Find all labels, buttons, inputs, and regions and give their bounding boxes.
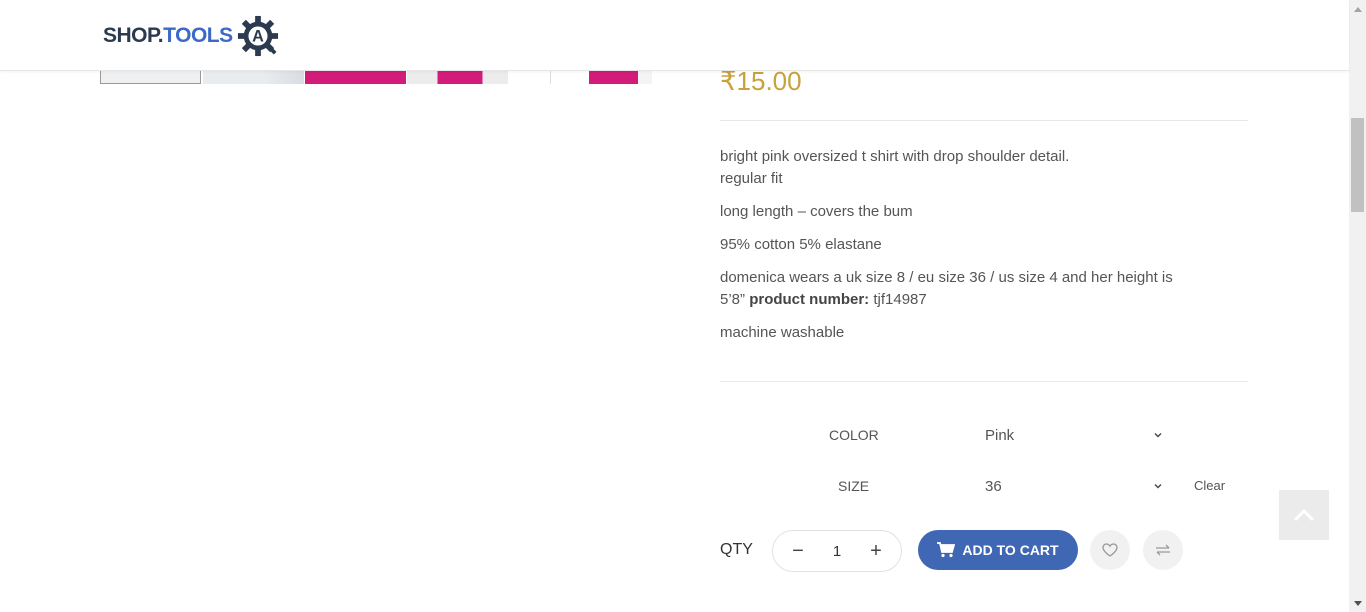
heart-icon xyxy=(1102,543,1118,557)
add-to-cart-button[interactable]: ADD TO CART xyxy=(918,530,1078,570)
divider xyxy=(720,120,1248,121)
quantity-stepper: − 1 + xyxy=(772,530,902,572)
divider xyxy=(720,381,1248,382)
triangle-up-icon xyxy=(1353,6,1362,12)
product-description: bright pink oversized t shirt with drop … xyxy=(720,146,1190,355)
back-to-top-button[interactable] xyxy=(1279,490,1329,540)
logo-text-shop: SHOP. xyxy=(103,24,164,47)
cart-icon xyxy=(937,542,956,558)
description-paragraph: long length – covers the bum xyxy=(720,203,913,220)
size-select[interactable]: 36 xyxy=(985,471,1185,501)
clear-variations-link[interactable]: Clear xyxy=(1194,478,1225,493)
triangle-down-icon xyxy=(1353,600,1362,606)
site-header: SHOP. TOOLS A xyxy=(0,0,1349,71)
description-paragraph: domenica wears a uk size 8 / eu size 36 … xyxy=(720,267,1190,311)
color-label: COLOR xyxy=(829,427,879,443)
qty-label: QTY xyxy=(720,541,753,558)
page-scrollbar[interactable] xyxy=(1349,0,1366,612)
color-select-value: Pink xyxy=(985,426,1015,444)
color-select[interactable]: Pink xyxy=(985,420,1185,450)
description-paragraph: 95% cotton 5% elastane xyxy=(720,236,882,253)
product-number-label: product number: xyxy=(749,291,870,308)
site-logo[interactable]: SHOP. TOOLS A xyxy=(103,13,279,59)
description-paragraph: bright pink oversized t shirt with drop … xyxy=(720,146,1190,190)
scroll-up-arrow[interactable] xyxy=(1349,0,1366,17)
description-paragraph: machine washable xyxy=(720,324,845,341)
wishlist-button[interactable] xyxy=(1090,530,1130,570)
qty-decrease-button[interactable]: − xyxy=(787,540,809,563)
chevron-down-icon xyxy=(1154,484,1162,489)
size-label: SIZE xyxy=(838,478,870,494)
qty-input[interactable]: 1 xyxy=(833,543,841,560)
size-select-value: 36 xyxy=(985,477,1002,495)
scrollbar-thumb[interactable] xyxy=(1351,118,1364,212)
logo-letter: A xyxy=(252,28,264,46)
compare-arrows-icon xyxy=(1156,544,1170,556)
logo-text-tools: TOOLS xyxy=(163,24,233,47)
description-line: bright pink oversized t shirt with drop … xyxy=(720,148,1070,165)
product-thumbnail[interactable] xyxy=(407,70,508,84)
product-number: tjf14987 xyxy=(873,291,927,308)
add-to-cart-label: ADD TO CART xyxy=(962,542,1059,558)
product-thumbnail[interactable] xyxy=(203,70,304,84)
chevron-down-icon xyxy=(1154,433,1162,438)
product-image-divider xyxy=(550,70,551,84)
product-thumbnail[interactable] xyxy=(305,70,406,84)
description-line: regular fit xyxy=(720,170,783,187)
qty-increase-button[interactable]: + xyxy=(865,540,887,563)
product-thumbnail-strip xyxy=(100,70,652,84)
chevron-up-icon xyxy=(1293,508,1315,522)
scroll-down-arrow[interactable] xyxy=(1349,595,1366,612)
product-thumbnail[interactable] xyxy=(100,70,201,84)
gear-logo-icon: A xyxy=(237,15,278,57)
compare-button[interactable] xyxy=(1143,530,1183,570)
product-main-image[interactable] xyxy=(582,70,652,84)
